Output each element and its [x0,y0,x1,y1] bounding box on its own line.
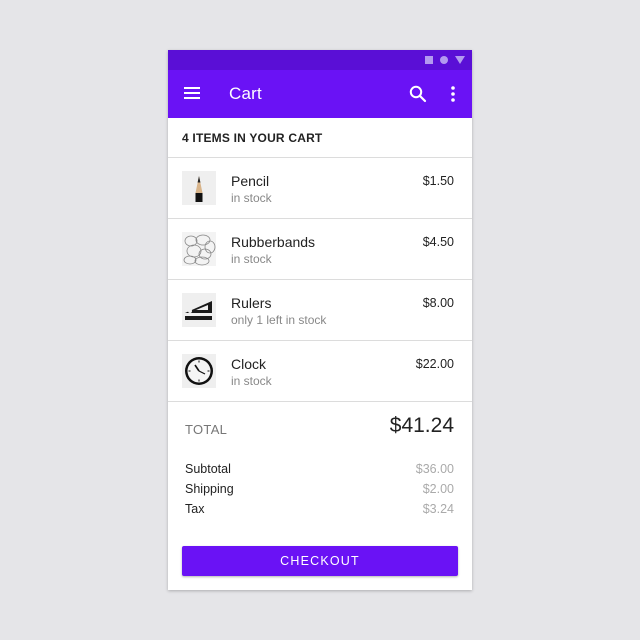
tax-label: Tax [185,502,205,516]
list-item[interactable]: Clock in stock $22.00 [168,341,472,402]
list-item[interactable]: Pencil in stock $1.50 [168,158,472,219]
clock-icon [182,354,216,388]
phone-screen: Cart 4 ITEMS IN YOUR CART Pencil in stoc… [168,50,472,590]
search-icon[interactable] [408,84,428,104]
total-row: TOTAL $41.24 [168,402,472,454]
status-circle-icon [440,56,448,64]
item-stock: in stock [231,374,272,388]
total-label: TOTAL [185,422,228,437]
item-stock: in stock [231,252,272,266]
item-name: Clock [231,356,267,372]
list-item[interactable]: Rulers only 1 left in stock $8.00 [168,280,472,341]
item-price: $4.50 [422,235,454,249]
checkout-button[interactable]: CHECKOUT [182,546,458,576]
status-square-icon [425,56,433,64]
status-bar [168,50,472,70]
order-summary: Subtotal $36.00 Shipping $2.00 Tax $3.24 [168,454,472,534]
item-price: $1.50 [422,174,454,188]
more-vert-icon[interactable] [446,84,460,104]
tax-value: $3.24 [422,502,454,516]
shipping-label: Shipping [185,482,234,496]
item-price: $22.00 [415,357,454,371]
cart-count-header: 4 ITEMS IN YOUR CART [168,118,472,158]
menu-icon[interactable] [184,87,200,101]
app-bar: Cart [168,70,472,118]
rubberbands-icon [182,232,216,266]
subtotal-label: Subtotal [185,462,231,476]
shipping-row: Shipping $2.00 [185,482,454,502]
list-item[interactable]: Rubberbands in stock $4.50 [168,219,472,280]
subtotal-value: $36.00 [415,462,454,476]
shipping-value: $2.00 [422,482,454,496]
pencil-icon [182,171,216,205]
item-name: Rulers [231,295,272,311]
page-title: Cart [229,84,262,103]
item-name: Rubberbands [231,234,316,250]
item-stock: in stock [231,191,272,205]
item-stock: only 1 left in stock [231,313,327,327]
total-value: $41.24 [389,414,454,437]
rulers-icon [182,293,216,327]
subtotal-row: Subtotal $36.00 [185,462,454,482]
item-name: Pencil [231,173,270,189]
item-price: $8.00 [422,296,454,310]
status-signal-icon [455,56,465,64]
tax-row: Tax $3.24 [185,502,454,522]
